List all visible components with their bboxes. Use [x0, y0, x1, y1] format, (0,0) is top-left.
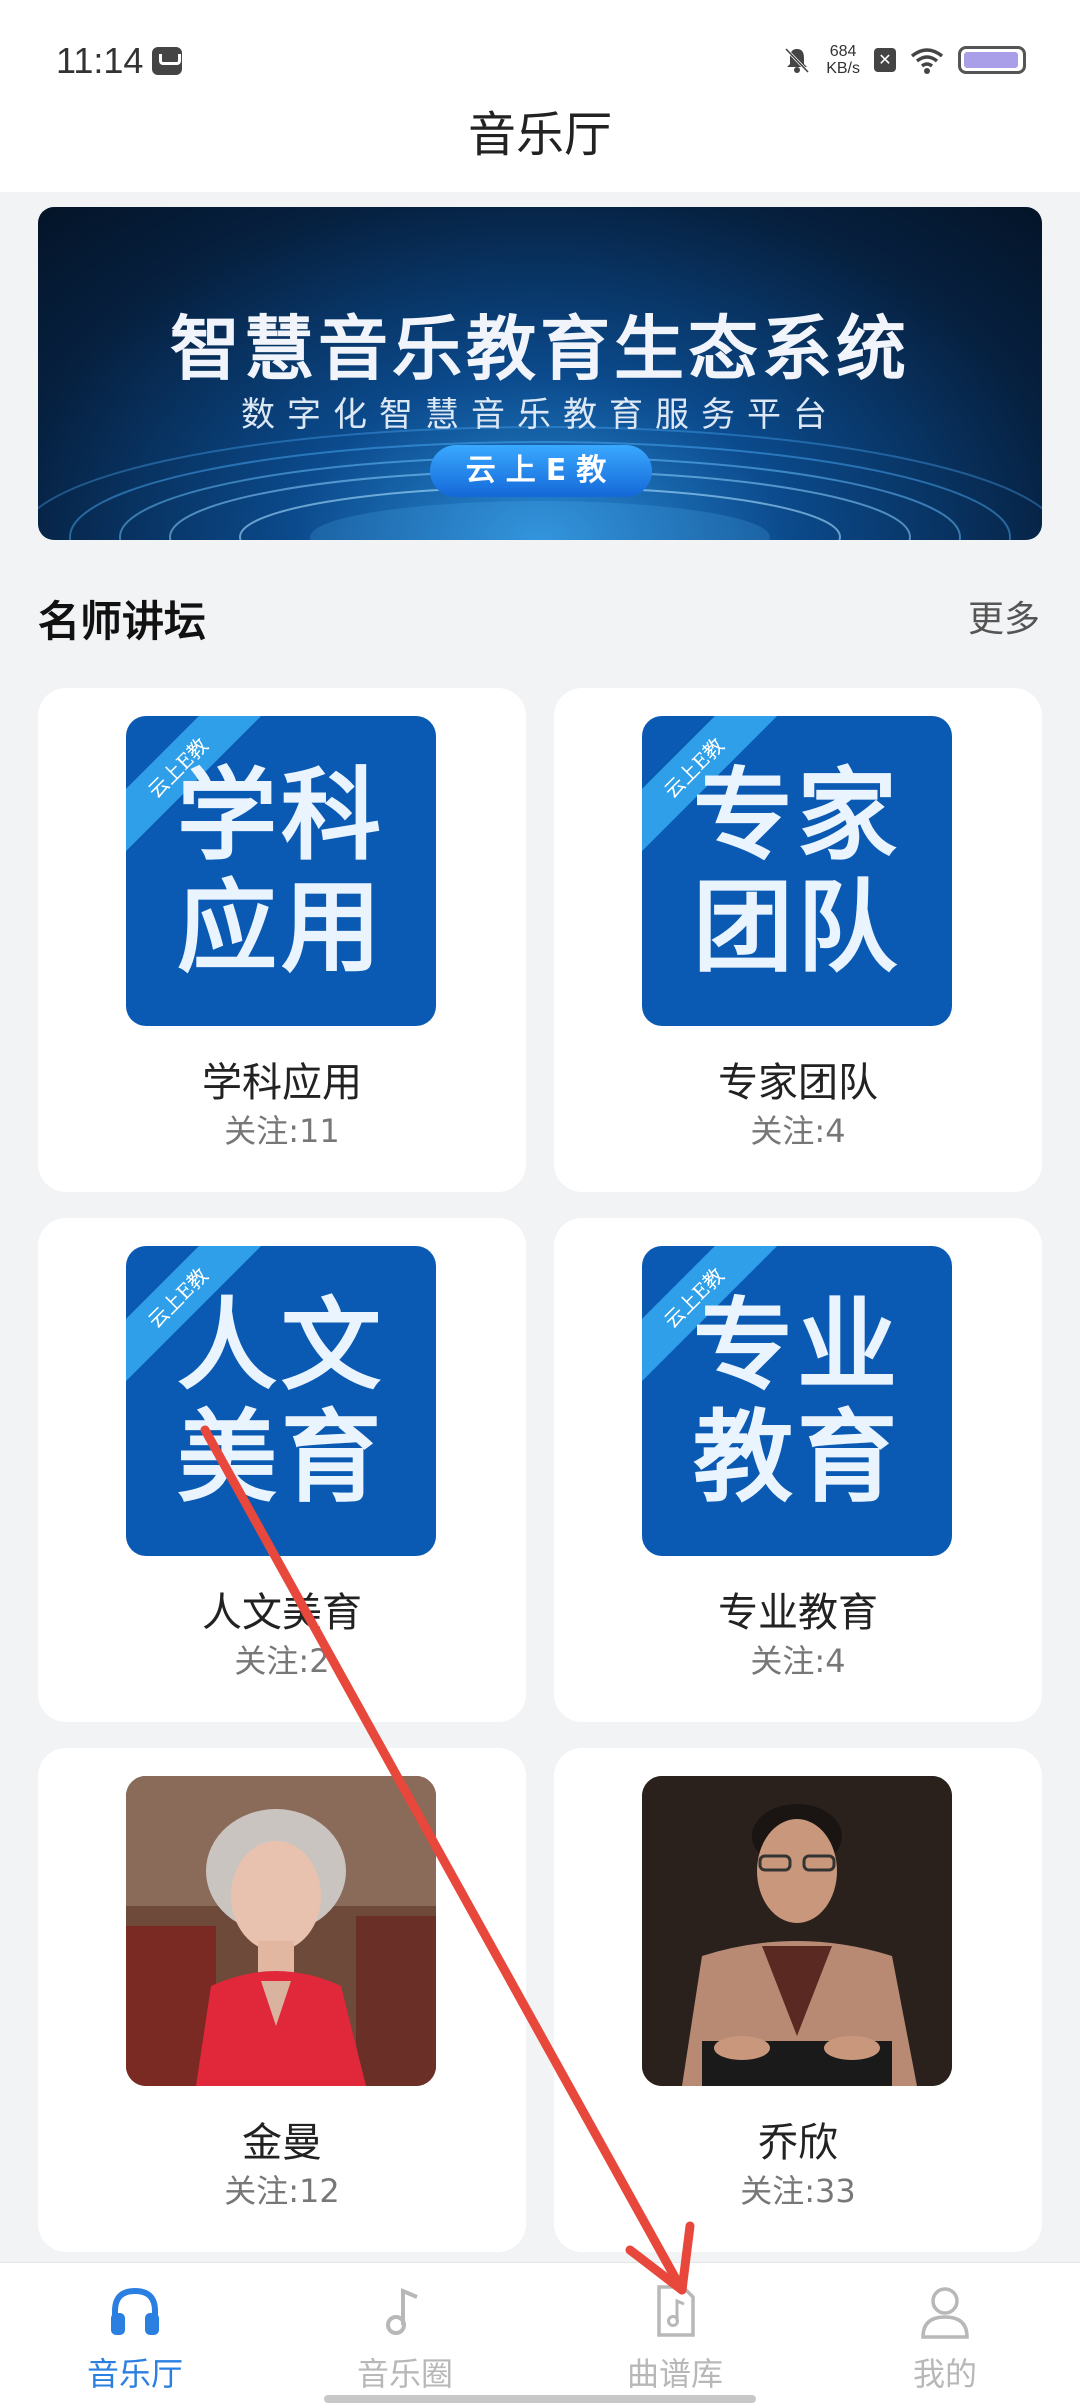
lecture-card-xueke[interactable]: 云上E教 学科 应用 学科应用 关注:11	[38, 688, 526, 1192]
thumbnail-text: 专家 团队	[642, 760, 952, 984]
nav-tab-music-hall[interactable]: 音乐厅	[0, 2263, 270, 2408]
card-follow-count: 关注:33	[740, 2172, 856, 2210]
card-name: 专家团队	[718, 1060, 878, 1106]
nav-tab-music-circle[interactable]: 音乐圈	[270, 2263, 540, 2408]
card-thumbnail: 云上E教 学科 应用	[126, 716, 436, 1026]
card-thumbnail: 云上E教 专家 团队	[642, 716, 952, 1026]
nav-tab-score-library[interactable]: 曲谱库	[540, 2263, 810, 2408]
card-name: 学科应用	[202, 1060, 362, 1106]
nav-label: 音乐圈	[356, 2355, 453, 2393]
thumbnail-line-1: 专业	[693, 1287, 901, 1404]
bottom-navigation: 音乐厅 音乐圈 曲谱库 我的	[0, 2262, 1080, 2408]
thumbnail-line-2: 教育	[693, 1399, 901, 1516]
teacher-photo	[642, 1776, 952, 2086]
thumbnail-line-1: 人文	[177, 1287, 385, 1404]
lecture-card-renwen[interactable]: 云上E教 人文 美育 人文美育 关注:2	[38, 1218, 526, 1722]
thumbnail-text: 专业 教育	[642, 1290, 952, 1514]
more-link[interactable]: 更多	[968, 590, 1040, 642]
card-follow-count: 关注:4	[750, 1642, 846, 1680]
teacher-portrait-image	[126, 1776, 436, 2086]
headphones-icon	[111, 2287, 159, 2335]
mute-bell-icon	[785, 47, 810, 74]
wifi-icon	[910, 48, 944, 74]
card-thumbnail: 云上E教 专业 教育	[642, 1246, 952, 1556]
net-speed-value: 684	[829, 43, 857, 60]
promo-banner[interactable]: 智慧音乐教育生态系统 数字化智慧音乐教育服务平台 云上E教	[38, 207, 1042, 540]
teacher-card-jinman[interactable]: 金曼 关注:12	[38, 1748, 526, 2252]
banner-subtitle: 数字化智慧音乐教育服务平台	[241, 395, 839, 435]
card-follow-count: 关注:11	[224, 1112, 340, 1150]
nav-tab-mine[interactable]: 我的	[810, 2263, 1080, 2408]
teacher-card-qiaoxin[interactable]: 乔欣 关注:33	[554, 1748, 1042, 2252]
card-follow-count: 关注:2	[234, 1642, 330, 1680]
message-icon	[152, 47, 182, 75]
net-speed: 684 KB/s	[826, 43, 860, 77]
nav-label: 曲谱库	[626, 2355, 723, 2393]
nav-label: 音乐厅	[86, 2355, 183, 2393]
thumbnail-line-2: 团队	[693, 869, 901, 986]
card-thumbnail: 云上E教 人文 美育	[126, 1246, 436, 1556]
nav-label: 我的	[912, 2355, 977, 2393]
card-name: 专业教育	[718, 1590, 878, 1636]
card-name: 乔欣	[758, 2120, 838, 2166]
music-note-icon	[386, 2287, 418, 2335]
card-follow-count: 关注:12	[224, 2172, 340, 2210]
teacher-portrait-image	[642, 1776, 952, 2086]
page-title: 音乐厅	[0, 100, 1080, 192]
music-file-icon	[657, 2285, 695, 2337]
person-icon	[921, 2287, 969, 2339]
card-name: 人文美育	[202, 1590, 362, 1636]
thumbnail-line-1: 学科	[177, 757, 385, 874]
thumbnail-line-2: 应用	[177, 869, 385, 986]
home-indicator[interactable]	[324, 2395, 756, 2403]
lecture-card-zhuanye[interactable]: 云上E教 专业 教育 专业教育 关注:4	[554, 1218, 1042, 1722]
thumbnail-text: 学科 应用	[126, 760, 436, 984]
lecture-card-zhuanjia[interactable]: 云上E教 专家 团队 专家团队 关注:4	[554, 688, 1042, 1192]
banner-badge: 云上E教	[430, 445, 652, 497]
section-title: 名师讲坛	[38, 597, 207, 646]
thumbnail-line-2: 美育	[177, 1399, 385, 1516]
card-name: 金曼	[242, 2120, 322, 2166]
teacher-photo	[126, 1776, 436, 2086]
close-box-icon: ✕	[874, 48, 896, 72]
banner-title: 智慧音乐教育生态系统	[170, 308, 910, 390]
status-icons: 684 KB/s ✕	[782, 40, 1026, 80]
card-follow-count: 关注:4	[750, 1112, 846, 1150]
thumbnail-line-1: 专家	[693, 757, 901, 874]
battery-icon	[958, 46, 1026, 74]
thumbnail-text: 人文 美育	[126, 1290, 436, 1514]
status-time: 11:14	[56, 40, 144, 81]
net-speed-unit: KB/s	[826, 60, 860, 77]
